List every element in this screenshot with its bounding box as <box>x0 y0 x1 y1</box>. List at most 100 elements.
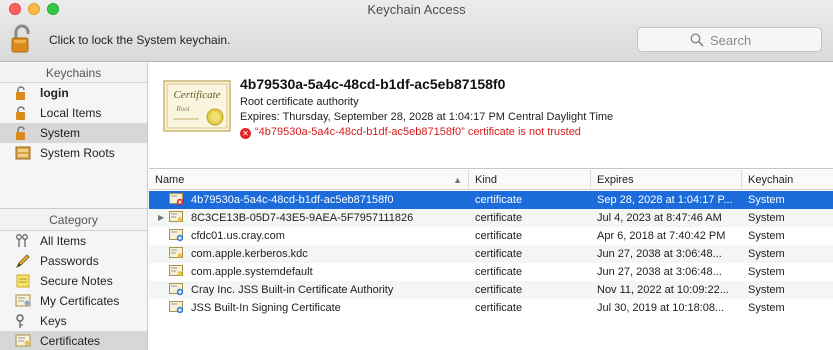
cell-keychain: System <box>748 302 785 314</box>
trust-warning-text: “4b79530a-5a4c-48cd-b1df-ac5eb87158f0” c… <box>255 126 581 138</box>
cell-kind: certificate <box>475 212 523 224</box>
lock-open-icon <box>15 126 31 140</box>
sidebar-item-label: Passwords <box>40 254 99 268</box>
sidebar-item-label: System <box>40 126 81 140</box>
cell-keychain: System <box>748 266 785 278</box>
search-icon <box>690 33 704 47</box>
sidebar-item-label: Local Items <box>40 106 102 120</box>
sidebar-item-label: All Items <box>40 234 87 248</box>
sidebar-item-label: login <box>40 86 69 100</box>
note-icon <box>15 274 31 288</box>
cell-name: 8C3CE13B-05D7-43E5-9AEA-5F7957111826 <box>191 212 414 224</box>
table-row[interactable]: 4b79530a-5a4c-48cd-b1df-ac5eb87158f0 cert… <box>149 191 833 209</box>
sidebar-item-login[interactable]: login <box>0 83 147 103</box>
cell-expires: Jul 30, 2019 at 10:18:08... <box>597 302 725 314</box>
column-header-name[interactable]: Name ▲ <box>149 170 469 190</box>
category-certificates[interactable]: Certificates <box>0 331 147 350</box>
search-field[interactable]: Search <box>637 27 822 52</box>
category-passwords[interactable]: Passwords <box>0 251 147 271</box>
column-header-kind[interactable]: Kind <box>469 170 591 190</box>
sidebar: Keychains login Local Items System Syste… <box>0 63 148 350</box>
certificate-image-sub: Root <box>175 105 190 113</box>
certificate-icon <box>15 334 31 348</box>
certificate-icon <box>169 247 184 260</box>
cell-name: JSS Built-In Signing Certificate <box>191 302 341 314</box>
cert-plus-icon <box>169 229 184 242</box>
error-icon: ✕ <box>240 128 251 139</box>
cell-kind: certificate <box>475 302 523 314</box>
cell-name: Cray Inc. JSS Built-in Certificate Autho… <box>191 284 394 296</box>
category-header: Category <box>0 209 147 231</box>
search-placeholder: Search <box>710 33 752 48</box>
lock-open-icon[interactable] <box>11 24 33 54</box>
certificate-expiry: Expires: Thursday, September 28, 2028 at… <box>240 111 614 123</box>
key-icon <box>15 314 31 328</box>
sidebar-item-label: Keys <box>40 314 67 328</box>
cabinet-icon <box>15 146 31 160</box>
cell-kind: certificate <box>475 284 523 296</box>
disclosure-triangle-icon[interactable]: ▶ <box>158 209 164 227</box>
cell-expires: Jul 4, 2023 at 8:47:46 AM <box>597 212 722 224</box>
cell-name: com.apple.systemdefault <box>191 266 313 278</box>
table-row[interactable]: JSS Built-In Signing Certificate certific… <box>149 299 833 317</box>
window-title: Keychain Access <box>367 2 466 17</box>
table-row[interactable]: cfdc01.us.cray.com certificate Apr 6, 2018… <box>149 227 833 245</box>
trust-warning: ✕ “4b79530a-5a4c-48cd-b1df-ac5eb87158f0” … <box>240 126 581 139</box>
cell-kind: certificate <box>475 230 523 242</box>
cell-keychain: System <box>748 284 785 296</box>
cell-expires: Sep 28, 2028 at 1:04:17 P... <box>597 194 733 206</box>
category-keys[interactable]: Keys <box>0 311 147 331</box>
cell-keychain: System <box>748 194 785 206</box>
cell-expires: Jun 27, 2038 at 3:06:48... <box>597 248 722 260</box>
table-row[interactable]: Cray Inc. JSS Built-in Certificate Autho… <box>149 281 833 299</box>
category-all-items[interactable]: All Items <box>0 231 147 251</box>
sort-ascending-icon: ▲ <box>453 175 462 185</box>
untrusted-cert-icon <box>169 193 184 206</box>
certificate-icon <box>169 211 184 224</box>
certificate-icon <box>169 265 184 278</box>
column-header-expires[interactable]: Expires <box>591 170 742 190</box>
cell-kind: certificate <box>475 194 523 206</box>
column-header-keychain[interactable]: Keychain <box>742 170 833 190</box>
sidebar-item-label: Certificates <box>40 334 101 348</box>
cell-expires: Nov 11, 2022 at 10:09:22... <box>597 284 729 296</box>
category-my-certificates[interactable]: My Certificates <box>0 291 147 311</box>
sidebar-item-label: My Certificates <box>40 294 120 308</box>
lock-keychain-label[interactable]: Click to lock the System keychain. <box>49 33 230 47</box>
certificates-table: Name ▲ Kind Expires Keychain 4b79530a-5a… <box>149 170 833 350</box>
category-section: Category All Items Passwords Secure Note… <box>0 208 147 350</box>
cell-kind: certificate <box>475 248 523 260</box>
keys-icon <box>15 234 31 248</box>
cell-expires: Apr 6, 2018 at 7:40:42 PM <box>597 230 726 242</box>
window-toolbar: Keychain Access Click to lock the System… <box>0 0 833 62</box>
table-row[interactable]: ▶ 8C3CE13B-05D7-43E5-9AEA-5F7957111826 cer… <box>149 209 833 227</box>
category-secure-notes[interactable]: Secure Notes <box>0 271 147 291</box>
certificate-large-icon: Certificate Root <box>163 71 233 141</box>
cell-kind: certificate <box>475 266 523 278</box>
sidebar-item-local-items[interactable]: Local Items <box>0 103 147 123</box>
cell-name: 4b79530a-5a4c-48cd-b1df-ac5eb87158f0 <box>191 194 394 206</box>
cell-expires: Jun 27, 2038 at 3:06:48... <box>597 266 722 278</box>
cell-name: com.apple.kerberos.kdc <box>191 248 308 260</box>
keychains-header: Keychains <box>0 63 147 83</box>
cert-plus-icon <box>169 301 184 314</box>
certificate-type: Root certificate authority <box>240 96 359 108</box>
pencil-icon <box>15 254 31 269</box>
cell-keychain: System <box>748 248 785 260</box>
sidebar-item-label: System Roots <box>40 146 115 160</box>
table-row[interactable]: com.apple.kerberos.kdc certificate Jun 27,… <box>149 245 833 263</box>
sidebar-item-system-roots[interactable]: System Roots <box>0 143 147 163</box>
table-header: Name ▲ Kind Expires Keychain <box>149 170 833 190</box>
certificate-name: 4b79530a-5a4c-48cd-b1df-ac5eb87158f0 <box>240 76 506 92</box>
lock-open-icon <box>15 106 31 120</box>
table-row[interactable]: com.apple.systemdefault certificate Jun 27… <box>149 263 833 281</box>
cell-keychain: System <box>748 230 785 242</box>
certificate-image-label: Certificate <box>173 89 220 101</box>
sidebar-item-system[interactable]: System <box>0 123 147 143</box>
cell-name: cfdc01.us.cray.com <box>191 230 285 242</box>
cell-keychain: System <box>748 212 785 224</box>
sidebar-item-label: Secure Notes <box>40 274 113 288</box>
cert-plus-icon <box>169 283 184 296</box>
lock-open-icon <box>15 86 31 100</box>
certificate-detail-pane: Certificate Root 4b79530a-5a4c-48cd-b1df… <box>149 63 833 169</box>
